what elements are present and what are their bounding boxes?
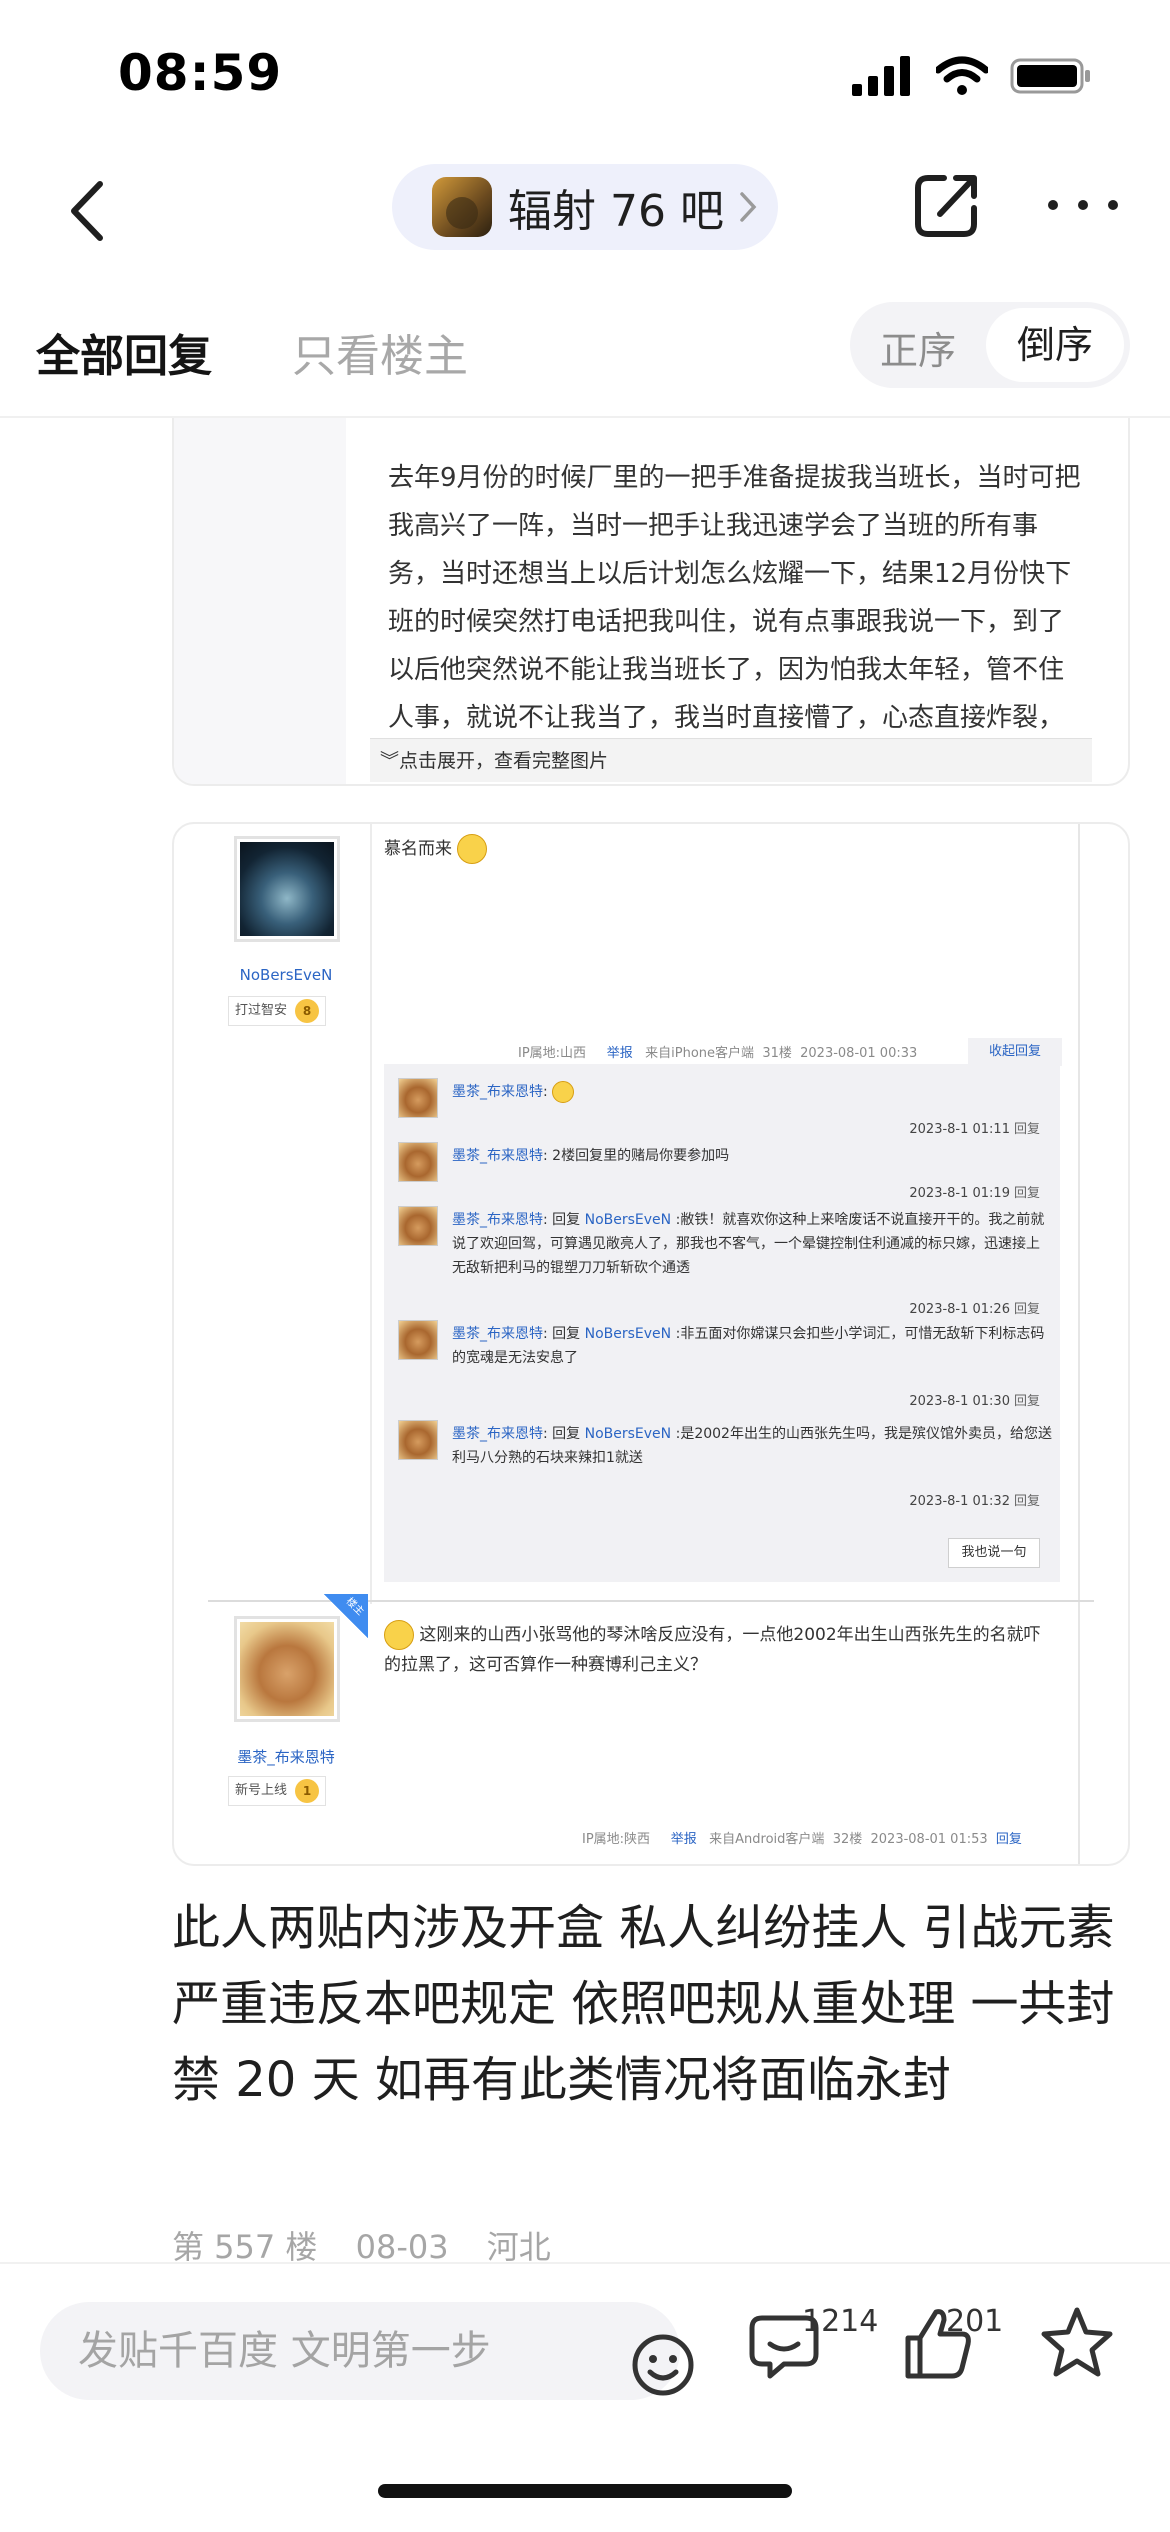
reply-input[interactable]	[78, 2324, 578, 2378]
reply-button[interactable]: 回复	[1014, 1186, 1040, 1201]
post-image-2[interactable]: NoBersEveN 打过智安 8 慕名而来 IP属地:山西 举报 来自iPho…	[172, 822, 1130, 1866]
list-item: 墨茶_布来恩特: 2楼回复里的赌局你要参加吗 2023-8-1 01:19 回复	[398, 1142, 1048, 1202]
user-level: 打过智安 8	[228, 996, 327, 1026]
floor-number: 第 557 楼	[172, 2228, 318, 2266]
sort-descending-button[interactable]: 倒序	[986, 308, 1124, 382]
forum-pill[interactable]: 辐射 76 吧	[392, 164, 778, 250]
report-link[interactable]: 举报	[607, 1046, 633, 1061]
comment-count: 1214	[802, 2304, 879, 2339]
list-item: 墨茶_布来恩特: 回复 NoBersEveN :非五面对你嫦谋只会扣些小学词汇，…	[398, 1320, 1048, 1410]
forum-name: 辐射 76 吧	[508, 186, 724, 237]
share-icon[interactable]	[910, 170, 982, 242]
post-content: 慕名而来	[384, 834, 488, 864]
list-item: 墨茶_布来恩特: 回复 NoBersEveN :敝铁！就喜欢你这种上来啥废话不说…	[398, 1206, 1048, 1317]
more-options-icon[interactable]	[1048, 200, 1118, 214]
collapse-replies-link[interactable]: 收起回复	[968, 1038, 1062, 1066]
avatar	[398, 1078, 438, 1118]
back-icon[interactable]	[60, 176, 120, 246]
list-item: 墨茶_布来恩特: 回复 NoBersEveN :是2002年出生的山西张先生吗，…	[398, 1420, 1052, 1510]
sort-toggle: 正序 倒序	[850, 302, 1130, 388]
level-title: 打过智安	[235, 1003, 288, 1018]
wifi-icon	[936, 56, 988, 95]
status-icons	[852, 56, 1092, 96]
post-text: 此人两贴内涉及开盒 私人纠纷挂人 引战元素 严重违反本吧规定 依照吧规从重处理 …	[172, 1900, 1115, 2108]
avatar	[234, 836, 340, 942]
forum-logo-icon	[432, 177, 492, 237]
reply-list: 墨茶_布来恩特: 2023-8-1 01:11 回复 墨茶_布来恩特: 2楼回复里…	[384, 1064, 1060, 1582]
image-margin	[174, 418, 346, 784]
star-icon[interactable]	[1032, 2298, 1122, 2388]
expand-image-link[interactable]: ︾点击展开，查看完整图片	[370, 738, 1092, 782]
bottom-bar: 1214 201	[0, 2262, 1170, 2532]
nav-bar: 辐射 76 吧	[0, 150, 1170, 270]
status-time: 08:59	[118, 44, 283, 102]
like-count: 201	[946, 2304, 1004, 2339]
reply-button[interactable]: 回复	[1014, 1122, 1040, 1137]
battery-icon	[1010, 58, 1090, 94]
level-badge: 8	[295, 999, 320, 1023]
post-image-1[interactable]: 去年9月份的时候厂里的一把手准备提拔我当班长，当时可把我高兴了一阵，当时一把手让…	[172, 418, 1130, 786]
reply-button[interactable]: 回复	[1014, 1394, 1040, 1409]
post-content: 这刚来的山西小张骂他的琴沐啥反应没有，一点他2002年出生山西张先生的名就吓的拉…	[384, 1620, 1044, 1680]
user-level: 新号上线 1	[228, 1776, 327, 1806]
tab-all-replies[interactable]: 全部回复	[36, 320, 212, 384]
divider	[1078, 824, 1080, 1864]
grin-emoji-icon	[384, 1620, 414, 1650]
reply-button[interactable]: 回复	[1014, 1494, 1040, 1509]
user-name: 墨茶_布来恩特	[237, 1748, 335, 1766]
sort-ascending-button[interactable]: 正序	[880, 320, 956, 375]
reply-link[interactable]: 回复	[996, 1832, 1022, 1847]
avatar	[234, 1616, 340, 1722]
level-badge: 1	[295, 1779, 320, 1803]
divider	[370, 824, 372, 1604]
report-link[interactable]: 举报	[671, 1832, 697, 1847]
emoji-icon	[552, 1081, 575, 1103]
post-date: 08-03	[355, 2228, 449, 2266]
user-name: NoBersEveN	[239, 966, 333, 984]
status-bar: 08:59	[0, 0, 1170, 150]
avatar	[398, 1320, 438, 1360]
post-meta: IP属地:山西 举报 来自iPhone客户端 31楼 2023-08-01 00…	[518, 1046, 918, 1061]
level-title: 新号上线	[235, 1783, 288, 1798]
image-text: 去年9月份的时候厂里的一把手准备提拔我当班长，当时可把我高兴了一阵，当时一把手让…	[388, 463, 1081, 781]
reply-tabs: 全部回复 只看楼主 正序 倒序	[0, 296, 1170, 418]
post-meta: IP属地:陕西 举报 来自Android客户端 32楼 2023-08-01 0…	[582, 1832, 1022, 1847]
home-indicator	[378, 2484, 792, 2498]
avatar	[398, 1206, 438, 1246]
compose-box[interactable]	[40, 2302, 694, 2400]
avatar	[398, 1420, 438, 1460]
smile-emoji-icon	[457, 834, 488, 864]
signal-icon	[852, 56, 910, 96]
reply-button[interactable]: 回复	[1014, 1302, 1040, 1317]
chevron-right-icon	[740, 192, 757, 222]
emoji-icon[interactable]	[628, 2330, 698, 2400]
post-location: 河北	[486, 2228, 551, 2266]
avatar	[398, 1142, 438, 1182]
say-something-button[interactable]: 我也说一句	[948, 1538, 1040, 1568]
tab-op-only[interactable]: 只看楼主	[292, 320, 468, 384]
list-item: 墨茶_布来恩特: 2023-8-1 01:11 回复	[398, 1078, 1048, 1138]
